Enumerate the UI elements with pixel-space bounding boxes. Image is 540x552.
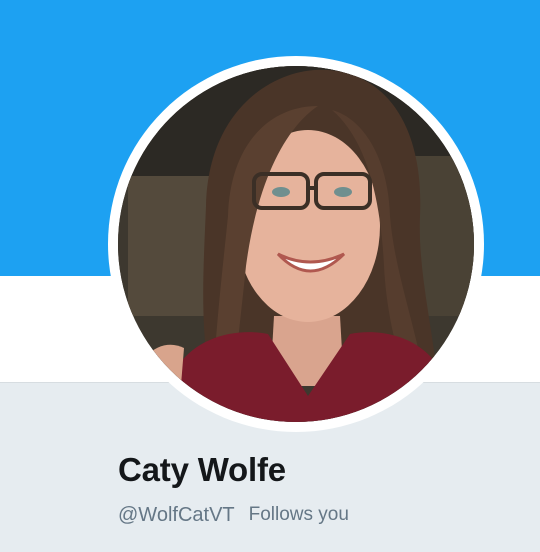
handle-row: @WolfCatVT Follows you <box>118 500 349 530</box>
follows-you-badge: Follows you <box>248 504 349 525</box>
profile-photo-icon <box>118 66 474 422</box>
avatar[interactable] <box>118 66 474 422</box>
profile-handle[interactable]: @WolfCatVT <box>118 504 235 527</box>
profile-display-name: Caty Wolfe <box>118 451 286 488</box>
profile-card: Caty Wolfe @WolfCatVT Follows you <box>0 0 540 552</box>
